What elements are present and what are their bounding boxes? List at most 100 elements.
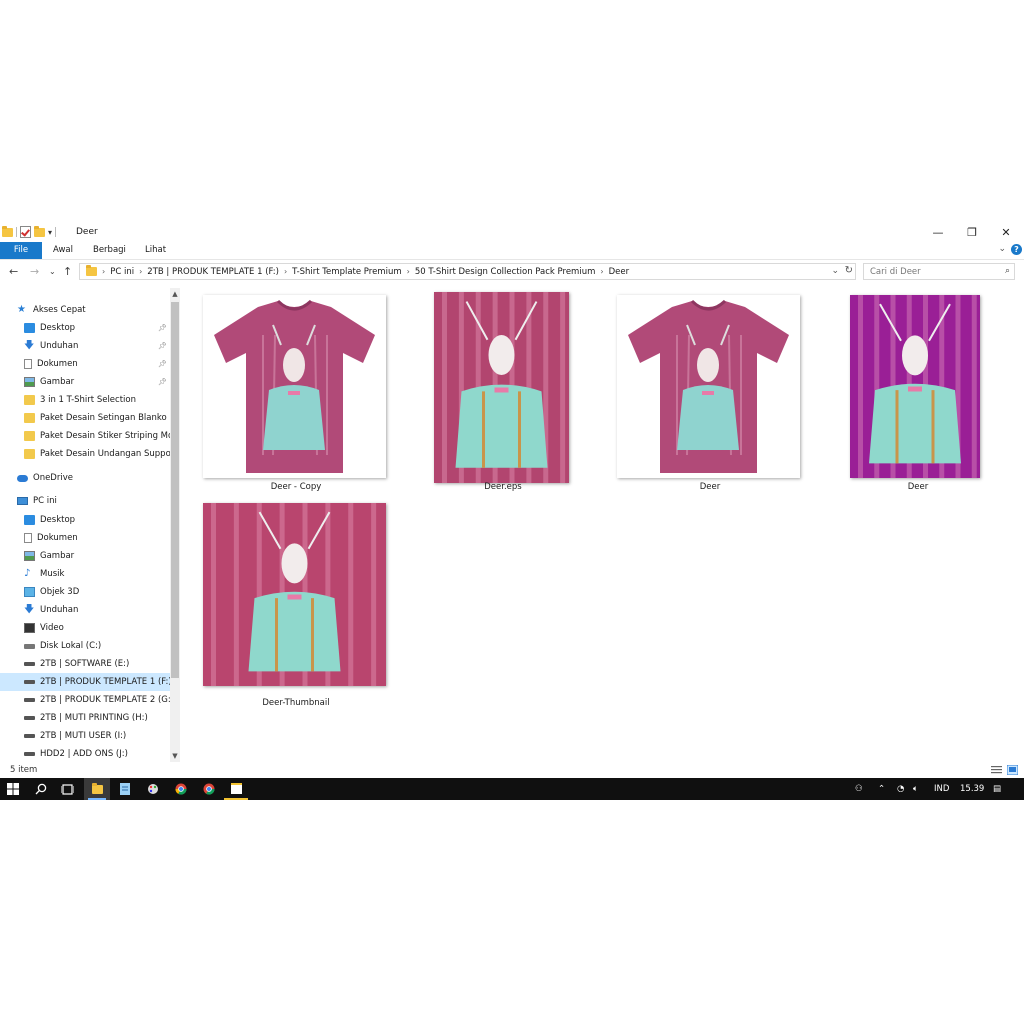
sidebar-item[interactable]: Disk Lokal (C:) [0,637,170,655]
search-input[interactable] [864,264,998,279]
sidebar-item[interactable]: ★ Akses Cepat [0,301,170,319]
notepad-taskbar-icon[interactable] [112,778,138,800]
pin-icon[interactable]: 📌︎ [158,360,167,368]
search-icon[interactable]: ⌕ [1005,266,1010,276]
sidebar-item[interactable]: Gambar 📌︎ [0,373,170,391]
sidebar-item[interactable]: 2TB | SOFTWARE (E:) [0,655,170,673]
tab-berbagi[interactable]: Berbagi [93,242,126,259]
volume-icon[interactable]: 🔈︎ [913,778,918,800]
close-button[interactable]: ✕ [989,222,1023,242]
sidebar-item[interactable]: PC ini [0,492,170,510]
media-app-taskbar-icon[interactable] [224,778,248,800]
file-thumbnail[interactable] [434,292,569,483]
file-explorer-taskbar-icon[interactable] [84,778,110,800]
maximize-button[interactable]: ❐ [955,222,989,242]
paint-taskbar-icon[interactable] [140,778,166,800]
file-name-label[interactable]: Deer [605,482,815,492]
sidebar-item[interactable]: Objek 3D [0,583,170,601]
file-name-label[interactable]: Deer [813,482,1023,492]
refresh-icon[interactable]: ↻ [845,265,853,276]
help-icon[interactable]: ? [1011,244,1022,255]
pin-icon[interactable]: 📌︎ [158,342,167,350]
tab-awal[interactable]: Awal [53,242,73,259]
chrome-profile-taskbar-icon[interactable] [196,778,222,800]
sidebar-item[interactable]: 2TB | MUTI PRINTING (H:) [0,709,170,727]
forward-button[interactable]: → [30,265,39,278]
sidebar-item[interactable]: Desktop [0,511,170,529]
back-button[interactable]: ← [9,265,18,278]
details-view-icon[interactable] [991,765,1002,775]
sidebar-item[interactable]: Gambar [0,547,170,565]
chrome-taskbar-icon[interactable] [168,778,194,800]
expand-ribbon-icon[interactable]: ⌄ [998,244,1006,254]
task-view-icon[interactable] [56,778,78,800]
breadcrumb-pc[interactable]: PC ini [110,267,134,277]
sidebar-item[interactable]: 2TB | PRODUK TEMPLATE 1 (F:) [0,673,170,691]
breadcrumb-separator[interactable]: › [139,267,142,276]
deer-poster-graphic [203,503,386,686]
document-icon [24,533,32,543]
notification-icon[interactable]: ▤ [993,778,1001,800]
sidebar-item-label: Desktop [40,515,76,525]
tab-lihat[interactable]: Lihat [145,242,166,259]
file-name-label[interactable]: Deer - Copy [191,482,401,492]
sidebar-item[interactable]: HDD2 | ADD ONS (J:) [0,745,170,763]
sidebar-item[interactable]: OneDrive [0,469,170,487]
sidebar-scrollbar[interactable]: ▲ ▼ [170,288,180,762]
breadcrumb-drive[interactable]: 2TB | PRODUK TEMPLATE 1 (F:) [147,267,279,277]
sidebar-item[interactable]: 3 in 1 T-Shirt Selection [0,391,170,409]
breadcrumb-separator[interactable]: › [407,267,410,276]
show-hidden-icons-icon[interactable]: ⌃ [878,778,885,800]
address-dropdown-icon[interactable]: ⌄ [831,266,839,276]
scroll-down-arrow[interactable]: ▼ [170,752,180,760]
address-bar[interactable]: › PC ini › 2TB | PRODUK TEMPLATE 1 (F:) … [79,263,856,280]
sidebar-item[interactable]: Dokumen 📌︎ [0,355,170,373]
breadcrumb-separator[interactable]: › [102,267,105,276]
sidebar-item[interactable]: Paket Desain Undangan Support [0,445,170,463]
file-name-label[interactable]: Deer.eps [398,482,608,492]
pin-icon[interactable]: 📌︎ [158,324,167,332]
sidebar-item[interactable]: Paket Desain Stiker Striping Moto [0,427,170,445]
tab-file[interactable]: File [0,242,42,259]
up-button[interactable]: ↑ [63,265,72,278]
search-taskbar-icon[interactable] [30,778,52,800]
breadcrumb-collection[interactable]: 50 T-Shirt Design Collection Pack Premiu… [415,267,596,277]
sidebar-item[interactable]: Desktop 📌︎ [0,319,170,337]
sidebar-item[interactable]: Video [0,619,170,637]
file-name-label[interactable]: Deer-Thumbnail [191,698,401,708]
sidebar-item[interactable]: 🡇 Unduhan 📌︎ [0,337,170,355]
sidebar-item[interactable]: ♪ Musik [0,565,170,583]
large-icons-view-icon[interactable] [1007,765,1018,775]
sidebar-item[interactable]: Paket Desain Setingan Blanko 10 [0,409,170,427]
minimize-button[interactable]: — [921,222,955,242]
scrollbar-thumb[interactable] [171,302,179,678]
sidebar-item[interactable]: 2TB | MUTI USER (I:) [0,727,170,745]
breadcrumb-current[interactable]: Deer [609,267,630,277]
recent-locations-icon[interactable]: ⌄ [49,267,56,276]
clock[interactable]: 15.39 [960,778,984,800]
scroll-up-arrow[interactable]: ▲ [170,290,180,298]
network-icon[interactable]: ◔ [897,778,904,800]
file-thumbnail[interactable] [203,503,386,686]
sidebar-item[interactable]: Dokumen [0,529,170,547]
start-button[interactable] [0,778,26,800]
file-thumbnail[interactable] [617,295,800,478]
people-icon[interactable]: ⚇ [855,778,863,800]
properties-icon[interactable] [20,226,31,238]
folder-icon [91,782,103,794]
sidebar-item[interactable]: 2TB | PRODUK TEMPLATE 2 (G:) [0,691,170,709]
drive-icon [24,716,35,720]
language-indicator[interactable]: IND [934,778,949,800]
breadcrumb-template[interactable]: T-Shirt Template Premium [292,267,401,277]
file-thumbnail[interactable] [850,295,980,478]
drive-icon [24,662,35,666]
file-thumbnail[interactable] [203,295,386,478]
breadcrumb-separator[interactable]: › [284,267,287,276]
breadcrumb-separator[interactable]: › [600,267,603,276]
new-folder-icon[interactable] [34,225,45,237]
customize-toolbar-icon[interactable]: ▾ [48,228,52,237]
sidebar-item[interactable]: 🡇 Unduhan [0,601,170,619]
toolbar-separator [55,227,57,237]
pin-icon[interactable]: 📌︎ [158,378,167,386]
search-box[interactable]: ⌕ [863,263,1015,280]
